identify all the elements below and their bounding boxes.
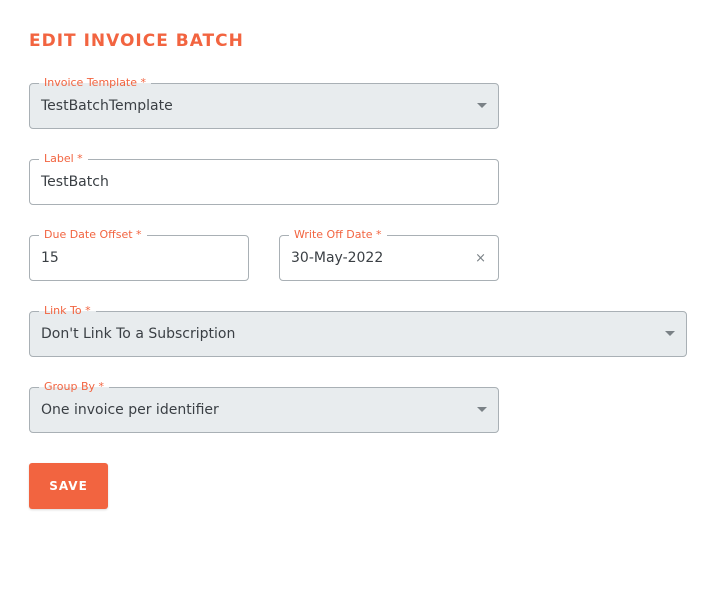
chevron-down-icon[interactable]: [665, 331, 675, 336]
write-off-date-value: 30-May-2022: [291, 250, 384, 266]
label-field-value: TestBatch: [41, 174, 109, 190]
chevron-down-icon[interactable]: [477, 407, 487, 412]
clear-icon[interactable]: ×: [475, 236, 486, 280]
write-off-date-field[interactable]: Write Off Date * 30-May-2022 ×: [279, 228, 499, 281]
due-date-offset-value: 15: [41, 250, 59, 266]
link-to-select[interactable]: Link To * Don't Link To a Subscription: [29, 304, 687, 357]
invoice-template-value: TestBatchTemplate: [41, 98, 173, 114]
group-by-select[interactable]: Group By * One invoice per identifier: [29, 380, 499, 433]
link-to-value: Don't Link To a Subscription: [41, 326, 236, 342]
chevron-down-icon[interactable]: [477, 103, 487, 108]
group-by-value: One invoice per identifier: [41, 402, 219, 418]
save-button[interactable]: SAVE: [29, 463, 108, 509]
invoice-template-select[interactable]: Invoice Template * TestBatchTemplate: [29, 76, 499, 129]
label-field[interactable]: Label * TestBatch: [29, 152, 499, 205]
due-date-offset-field[interactable]: Due Date Offset * 15: [29, 228, 249, 281]
page-title: EDIT INVOICE BATCH: [29, 31, 244, 51]
